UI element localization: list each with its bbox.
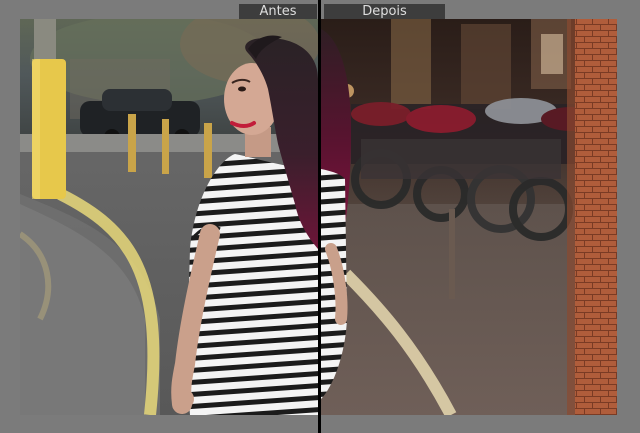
after-photo (321, 19, 617, 415)
before-label: Antes (239, 4, 317, 20)
split-divider[interactable] (318, 0, 321, 433)
before-after-viewer: Antes Depois (0, 0, 640, 433)
before-photo-panel (20, 19, 318, 415)
after-photo-panel (321, 19, 617, 415)
before-photo (20, 19, 318, 415)
after-label: Depois (324, 4, 445, 20)
